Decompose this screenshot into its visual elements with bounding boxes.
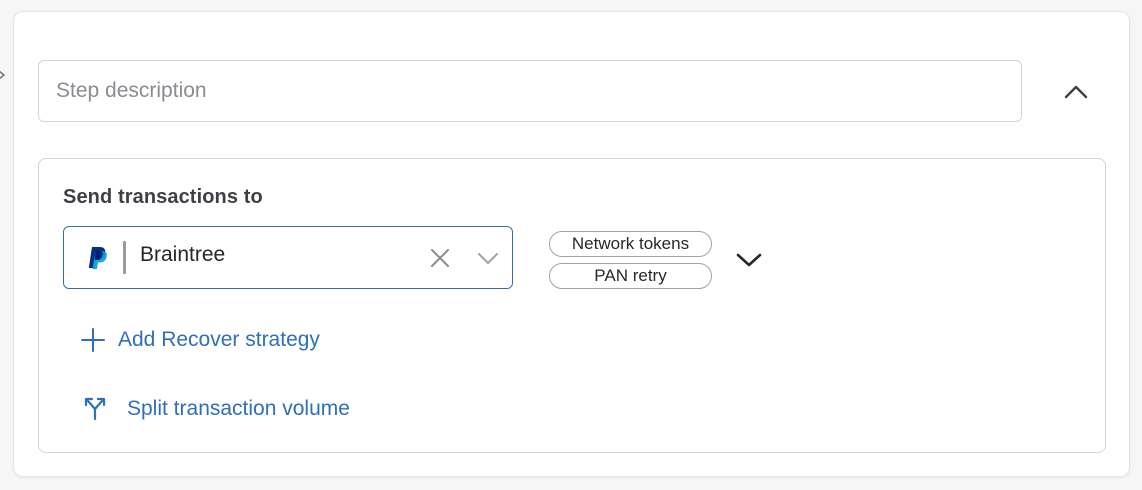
collapse-button[interactable] (1058, 74, 1094, 110)
add-recover-strategy-link[interactable]: Add Recover strategy (80, 327, 320, 353)
split-transaction-volume-link[interactable]: Split transaction volume (84, 397, 350, 421)
feature-chip-pan-retry: PAN retry (549, 263, 712, 289)
selected-provider: Braintree (140, 243, 226, 266)
paypal-logo-icon (88, 247, 107, 269)
chevron-up-icon (1064, 85, 1088, 99)
step-description-input[interactable] (38, 60, 1022, 122)
feature-chip-network-tokens: Network tokens (549, 231, 712, 257)
split-transaction-volume-label: Split transaction volume (127, 397, 350, 420)
expand-features-button[interactable] (733, 246, 765, 274)
split-icon (84, 397, 106, 421)
chevron-down-icon (736, 253, 762, 267)
close-icon[interactable] (428, 246, 452, 270)
chevron-down-icon[interactable] (476, 248, 500, 268)
connector-arrow-icon (0, 70, 6, 80)
provider-select[interactable]: Braintree (63, 226, 513, 289)
add-recover-strategy-label: Add Recover strategy (118, 328, 320, 351)
send-transactions-label: Send transactions to (63, 186, 263, 208)
plus-icon (81, 328, 105, 352)
select-divider (123, 241, 126, 274)
